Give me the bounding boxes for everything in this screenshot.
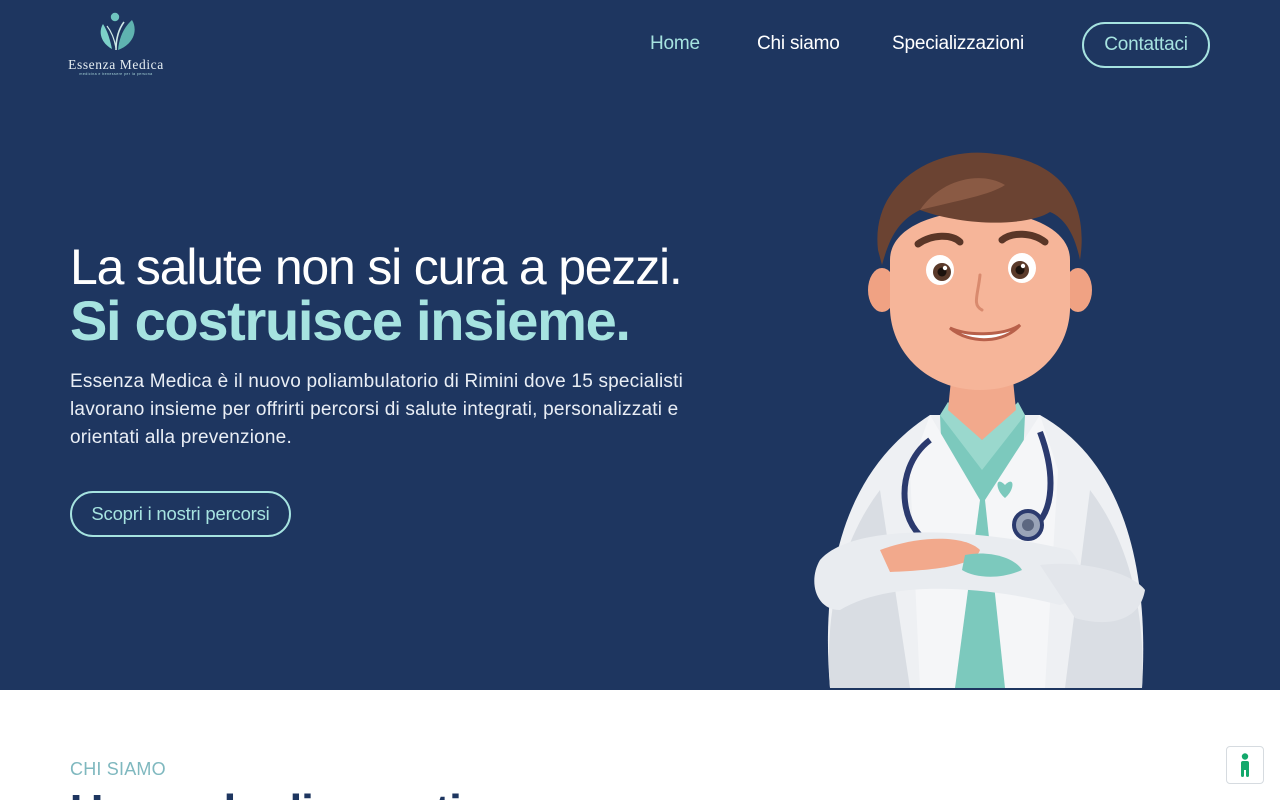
site-logo[interactable]: Essenza Medica medicina e benessere per … bbox=[60, 8, 172, 80]
hero-section: Essenza Medica medicina e benessere per … bbox=[0, 0, 1280, 690]
doctor-illustration bbox=[814, 152, 1145, 688]
section-eyebrow: CHI SIAMO bbox=[70, 759, 166, 779]
brand-tagline: medicina e benessere per la persona bbox=[79, 72, 153, 76]
nav-home[interactable]: Home bbox=[650, 33, 700, 57]
hero-description: Essenza Medica è il nuovo poliambulatori… bbox=[70, 371, 684, 448]
section-title: Un modo di curarti bbox=[70, 784, 462, 800]
accessibility-button[interactable] bbox=[1226, 746, 1264, 784]
leaf-figure-icon bbox=[100, 12, 135, 51]
contact-button[interactable]: Contattaci bbox=[1082, 22, 1210, 68]
nav-specializzazioni[interactable]: Specializzazioni bbox=[892, 33, 1024, 57]
brand-name: Essenza Medica bbox=[68, 57, 164, 72]
hero-title-line2: Si costruisce insieme. bbox=[70, 289, 631, 352]
nav-chi-siamo[interactable]: Chi siamo bbox=[757, 33, 840, 57]
accessibility-icon bbox=[1241, 753, 1249, 777]
discover-paths-button[interactable]: Scopri i nostri percorsi bbox=[70, 491, 291, 537]
